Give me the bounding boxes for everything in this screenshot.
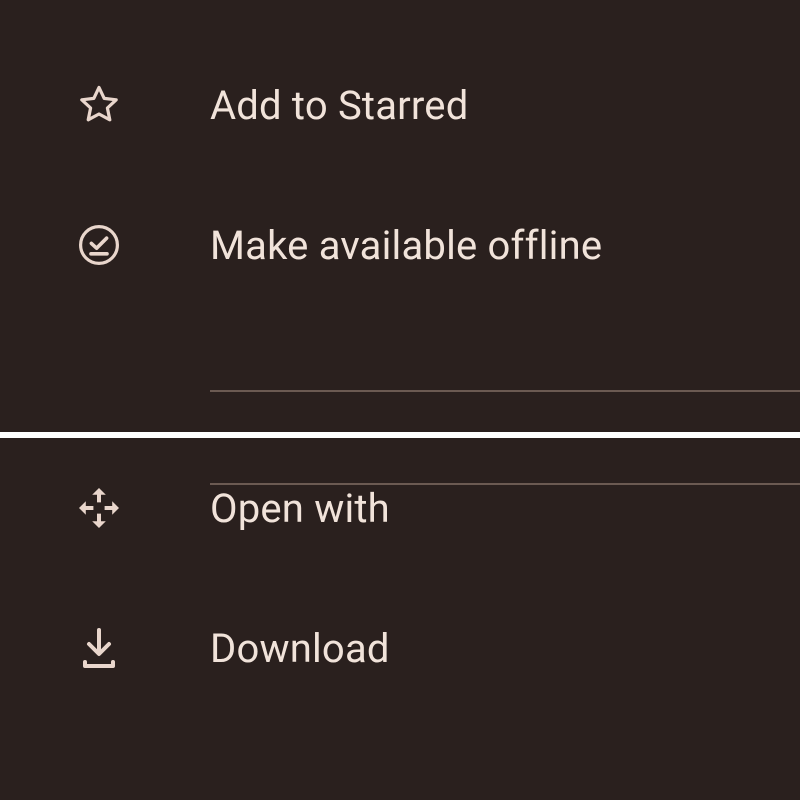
menu-item-label: Open with	[210, 485, 390, 532]
menu-divider	[210, 390, 800, 392]
menu-item-label: Add to Starred	[210, 82, 468, 129]
download-icon	[75, 624, 123, 672]
menu-item-download[interactable]: Download	[0, 578, 800, 718]
offline-pin-icon	[75, 221, 123, 269]
menu-divider	[210, 483, 800, 485]
menu-item-add-to-starred[interactable]: Add to Starred	[0, 35, 800, 175]
menu-item-open-with[interactable]: Open with	[0, 438, 800, 578]
menu-item-available-offline[interactable]: Make available offline	[0, 175, 800, 315]
menu-item-label: Download	[210, 625, 390, 672]
star-outline-icon	[75, 81, 123, 129]
open-with-icon	[75, 484, 123, 532]
menu-section-top: Add to Starred Make available offline	[0, 35, 800, 432]
menu-item-label: Make available offline	[210, 222, 602, 269]
menu-section-bottom: Open with Download	[0, 438, 800, 800]
